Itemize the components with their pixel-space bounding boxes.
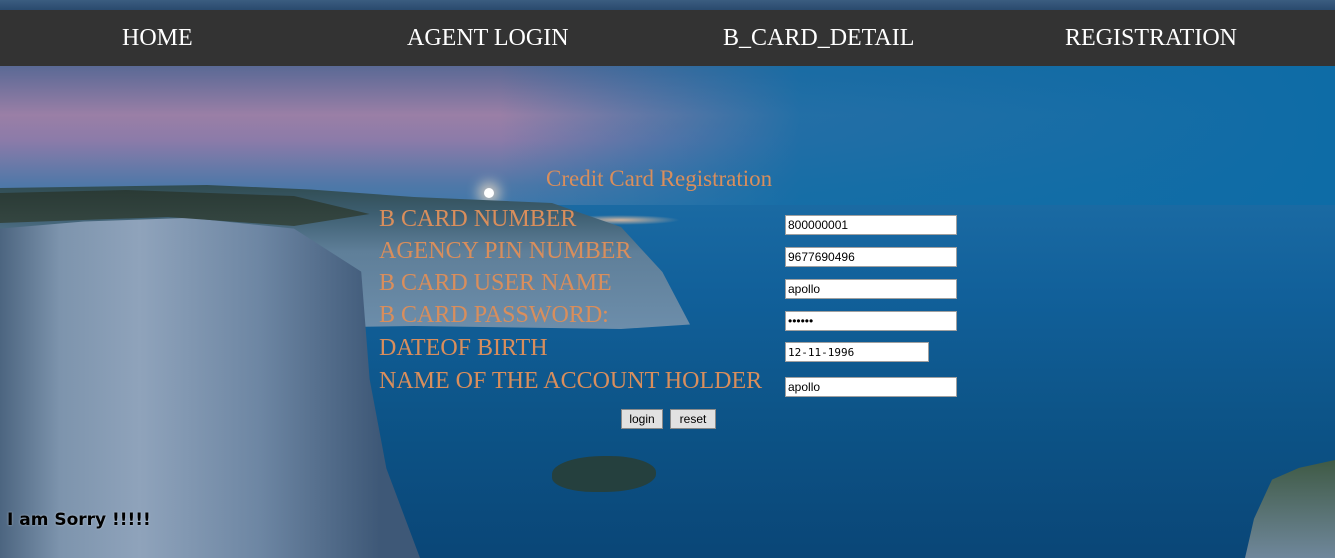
- form-title: Credit Card Registration: [546, 166, 773, 191]
- account-holder-name-label: NAME OF THE ACCOUNT HOLDER: [379, 368, 763, 394]
- nav-b-card-detail-link[interactable]: B_CARD_DETAIL: [723, 10, 914, 66]
- b-card-number-label: B CARD NUMBER: [379, 206, 577, 232]
- reset-button[interactable]: reset: [670, 409, 716, 429]
- b-card-password-label: B CARD PASSWORD:: [379, 302, 609, 328]
- background-scene: [0, 0, 1335, 558]
- account-holder-name-input[interactable]: [785, 377, 957, 397]
- lighthouse-light: [484, 188, 494, 198]
- sea-rock: [552, 456, 656, 492]
- top-strip: [0, 0, 1335, 10]
- agency-pin-number-label: AGENCY PIN NUMBER: [379, 238, 632, 264]
- b-card-user-name-label: B CARD USER NAME: [379, 270, 612, 296]
- date-of-birth-input[interactable]: [785, 342, 929, 362]
- nav-home-link[interactable]: HOME: [122, 10, 193, 66]
- error-message: I am Sorry !!!!!: [7, 510, 151, 530]
- login-button[interactable]: login: [621, 409, 663, 429]
- b-card-password-input[interactable]: [785, 311, 957, 331]
- nav-agent-login-link[interactable]: AGENT LOGIN: [407, 10, 569, 66]
- agency-pin-number-input[interactable]: [785, 247, 957, 267]
- b-card-user-name-input[interactable]: [785, 279, 957, 299]
- nav-bar: HOME AGENT LOGIN B_CARD_DETAIL REGISTRAT…: [0, 10, 1335, 66]
- date-of-birth-label: DATEOF BIRTH: [379, 335, 548, 361]
- b-card-number-input[interactable]: [785, 215, 957, 235]
- nav-registration-link[interactable]: REGISTRATION: [1065, 10, 1237, 66]
